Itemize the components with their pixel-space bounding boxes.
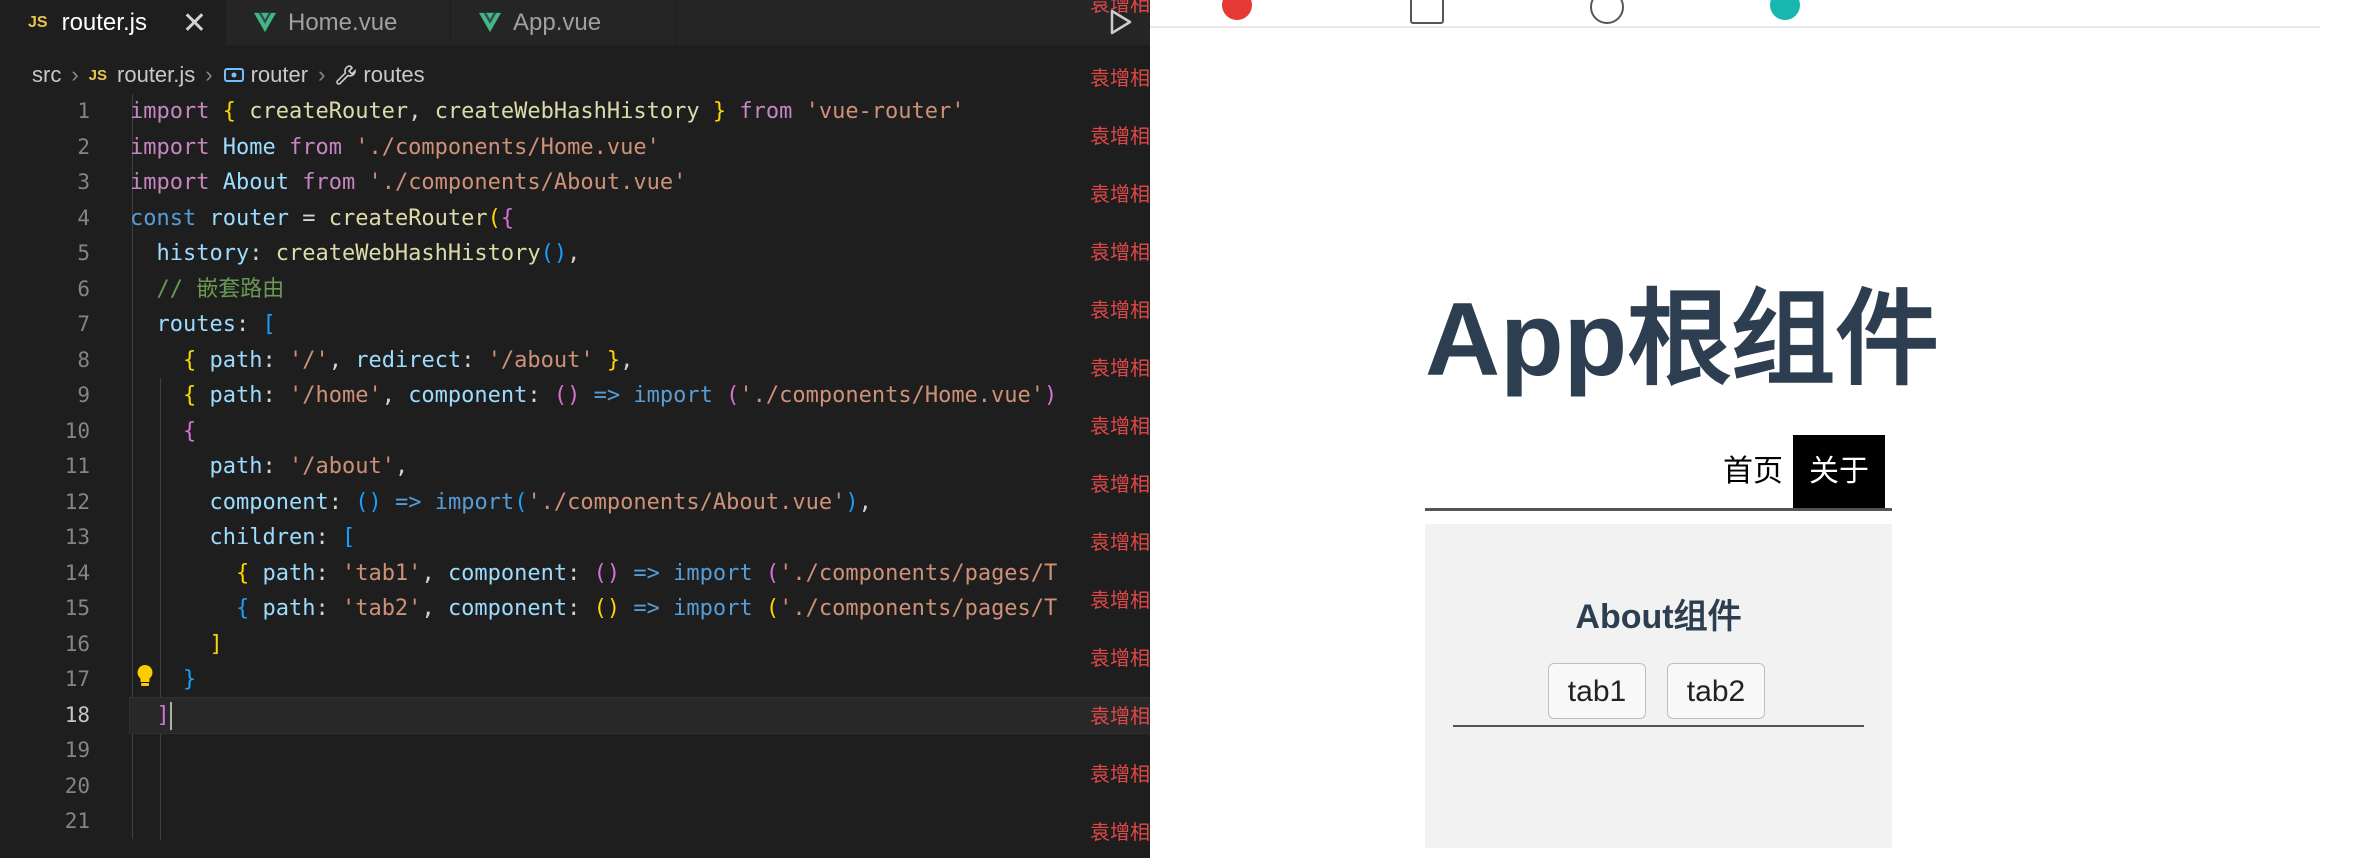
line-number: 5 <box>77 241 90 265</box>
code-line[interactable]: import Home from './components/Home.vue' <box>130 130 1150 166</box>
bookmark-iconfont-icon[interactable] <box>1770 0 1800 20</box>
line-number: 13 <box>64 525 90 549</box>
line-number: 4 <box>77 205 90 230</box>
tab-label: App.vue <box>513 8 602 36</box>
tab1-button[interactable]: tab1 <box>1548 663 1646 719</box>
line-number: 1 <box>77 99 90 123</box>
code-line[interactable]: component: () => import('./components/Ab… <box>130 485 1150 521</box>
code-line[interactable]: const router = createRouter({ <box>130 201 1150 237</box>
code-line[interactable]: routes: [ <box>130 307 1150 343</box>
code-line[interactable]: path: '/about', <box>130 449 1150 485</box>
close-icon[interactable]: ✕ <box>182 6 207 41</box>
tab-label: Home.vue <box>288 8 398 36</box>
vue-file-icon <box>254 12 276 32</box>
bookmark-folder-icon[interactable] <box>1410 0 1444 24</box>
text-cursor <box>169 701 172 730</box>
breadcrumb-symbol-routes[interactable]: routes <box>363 62 424 88</box>
line-number: 12 <box>64 489 90 514</box>
line-number: 7 <box>77 312 90 336</box>
line-number: 17 <box>64 667 90 691</box>
code-line[interactable] <box>130 804 1150 840</box>
about-sub-nav: tab1 tab2 <box>1453 661 1864 727</box>
code-line[interactable]: children: [ <box>130 520 1150 556</box>
line-number-gutter: 1 2 3 4 5 6 7 8 9 10 11 12 13 14 15 16 1… <box>0 94 90 840</box>
code-line[interactable]: // 嵌套路由 <box>130 272 1150 308</box>
code-line[interactable]: import About from './components/About.vu… <box>130 165 1150 201</box>
line-number: 16 <box>64 631 90 656</box>
bookmark-globe-icon[interactable] <box>1590 0 1624 24</box>
line-number: 10 <box>64 418 90 443</box>
code-line[interactable] <box>130 769 1150 805</box>
code-line[interactable]: { path: '/', redirect: '/about' }, <box>130 343 1150 379</box>
bookmark-bar <box>1150 0 2320 28</box>
tab-app-vue[interactable]: App.vue <box>451 0 676 45</box>
chevron-right-icon: › <box>318 62 326 87</box>
tab2-button[interactable]: tab2 <box>1667 663 1765 719</box>
property-wrench-icon <box>336 65 357 85</box>
tab-home-vue[interactable]: Home.vue <box>226 0 451 45</box>
js-file-icon: JS <box>28 13 48 31</box>
line-number: 14 <box>64 560 90 585</box>
code-line[interactable]: { path: 'tab1', component: () => import … <box>130 556 1150 592</box>
code-area[interactable]: import { createRouter, createWebHashHist… <box>129 94 1150 840</box>
nav-link-about[interactable]: 关于 <box>1793 435 1885 508</box>
about-title: About组件 <box>1575 598 1742 636</box>
code-line-current[interactable]: ] <box>129 696 1150 734</box>
app-title: App根组件 <box>1425 282 1940 398</box>
line-number: 20 <box>64 773 90 798</box>
code-line[interactable]: { path: 'tab2', component: () => import … <box>130 591 1150 627</box>
chevron-right-icon: › <box>71 62 79 87</box>
variable-symbol-icon <box>223 68 244 82</box>
line-number: 2 <box>77 134 90 159</box>
line-number: 3 <box>77 170 90 194</box>
line-number: 21 <box>64 809 90 833</box>
browser-viewport: App根组件 首页 关于 About组件 tab1 tab2 <box>1150 0 2359 858</box>
line-number: 15 <box>64 596 90 620</box>
tab-label: router.js <box>61 8 147 36</box>
code-line[interactable]: { path: '/home', component: () => import… <box>130 378 1150 414</box>
bookmark-favicon-icon[interactable] <box>1222 0 1252 20</box>
code-line[interactable]: } <box>130 662 1150 698</box>
tab-router-js[interactable]: JS router.js ✕ <box>0 0 226 45</box>
line-number: 6 <box>77 276 90 301</box>
line-number: 11 <box>64 454 90 478</box>
breadcrumb: src › JS router.js › router › routes <box>0 58 425 92</box>
code-line[interactable]: { <box>130 414 1150 450</box>
code-line[interactable]: import { createRouter, createWebHashHist… <box>130 94 1150 130</box>
about-component: About组件 tab1 tab2 <box>1425 524 1892 848</box>
breadcrumb-file[interactable]: router.js <box>117 62 195 88</box>
editor-tab-bar: JS router.js ✕ Home.vue App.vue <box>0 0 1150 45</box>
main-nav: 首页 关于 <box>1425 435 1892 511</box>
vue-file-icon <box>479 12 501 32</box>
line-number: 19 <box>64 738 90 762</box>
chevron-right-icon: › <box>205 62 213 87</box>
code-editor: JS router.js ✕ Home.vue App.vue src › JS… <box>0 0 1150 858</box>
code-line[interactable]: ] <box>130 627 1150 663</box>
breadcrumb-symbol-router[interactable]: router <box>251 62 308 88</box>
line-number: 8 <box>77 347 90 372</box>
line-number: 9 <box>77 383 90 407</box>
breadcrumb-folder[interactable]: src <box>32 62 61 88</box>
nav-link-home[interactable]: 首页 <box>1720 435 1786 508</box>
line-number-current: 18 <box>64 702 90 727</box>
code-line[interactable]: history: createWebHashHistory(), <box>130 236 1150 272</box>
js-file-icon: JS <box>88 66 108 84</box>
code-line[interactable] <box>130 733 1150 769</box>
